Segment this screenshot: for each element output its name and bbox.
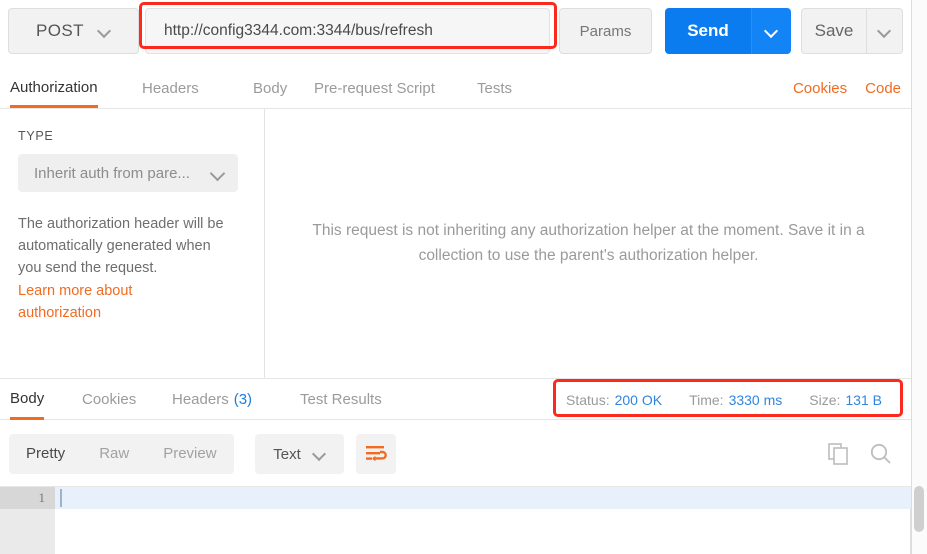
code-link[interactable]: Code [865,80,901,97]
size-value: 131 B [845,391,882,408]
auth-type-select[interactable]: Inherit auth from pare... [18,154,238,192]
request-links: Cookies Code [793,69,901,108]
response-tab-headers[interactable]: Headers (3) [172,379,252,420]
editor-content-area[interactable] [55,509,911,554]
auth-help-text: The authorization header will be automat… [18,216,224,276]
request-tab-bar: Authorization Headers Body Pre-request S… [0,69,911,109]
send-label: Send [687,21,729,40]
tab-label: Headers [142,80,199,97]
response-meta-strip: Status: 200 OK Time: 3330 ms Size: 131 B [566,379,882,420]
response-tab-cookies[interactable]: Cookies [82,379,136,420]
response-viewer-toolbar: Pretty Raw Preview Text [0,420,911,487]
headers-count-badge: (3) [233,391,253,408]
text-cursor [60,489,62,507]
line-number: 1 [38,490,46,505]
authorization-empty-state: This request is not inheriting any autho… [266,109,911,378]
tab-pre-request-script[interactable]: Pre-request Script [314,69,435,108]
tab-label: Tests [477,80,513,97]
send-button[interactable]: Send [665,8,751,54]
response-body-editor[interactable]: 1 [0,487,911,554]
cookies-link[interactable]: Cookies [793,80,847,97]
save-button-group: Save [801,8,903,54]
view-mode-raw[interactable]: Raw [82,434,146,474]
word-wrap-button[interactable] [356,434,396,474]
chevron-down-icon [313,448,326,461]
params-button[interactable]: Params [559,8,652,54]
viewer-tool-icons [828,434,893,474]
tab-label: Pre-request Script [314,80,435,97]
status-item: Status: 200 OK [566,392,662,408]
type-heading: TYPE [18,129,54,143]
view-mode-pretty[interactable]: Pretty [9,434,82,474]
size-item: Size: 131 B [809,392,882,408]
auth-learn-more-link[interactable]: Learn more about authorization [18,281,218,325]
chevron-down-icon [211,167,224,180]
time-value: 3330 ms [728,391,783,408]
tab-label: Test Results [300,391,382,408]
tab-body[interactable]: Body [253,69,287,108]
right-edge-strip [911,0,927,554]
response-tab-bar: Body Cookies Headers (3) Test Results St… [0,378,911,420]
response-format-value: Text [273,445,301,463]
save-label: Save [814,21,854,40]
time-label: Time: [689,391,724,408]
editor-gutter: 1 [0,487,55,554]
chevron-down-icon [765,25,778,38]
save-options-button[interactable] [866,9,902,53]
vertical-scrollbar-thumb[interactable] [914,486,924,532]
status-label: Status: [566,391,610,408]
tab-label: Body [253,80,288,97]
response-tab-test-results[interactable]: Test Results [300,379,382,420]
copy-icon[interactable] [828,443,849,465]
tab-label: Headers [172,391,229,408]
tab-label: Authorization [10,78,98,96]
view-mode-preview[interactable]: Preview [146,434,233,474]
authorization-panel: TYPE Inherit auth from pare... The autho… [0,109,911,378]
search-icon[interactable] [869,442,893,466]
request-url-bar: POST http://config3344.com:3344/bus/refr… [0,0,911,62]
http-method-label: POST [36,21,84,40]
postman-request-window: POST http://config3344.com:3344/bus/refr… [0,0,927,554]
tab-tests[interactable]: Tests [477,69,512,108]
auth-type-value: Inherit auth from pare... [34,164,190,182]
time-item: Time: 3330 ms [689,392,782,408]
send-button-group: Send [665,8,791,54]
chevron-down-icon [878,25,891,38]
tab-headers[interactable]: Headers [142,69,199,108]
tab-label: Cookies [82,391,137,408]
params-label: Params [579,22,632,40]
save-button[interactable]: Save [802,9,866,53]
response-format-select[interactable]: Text [255,434,344,474]
send-options-button[interactable] [751,8,791,54]
view-mode-group: Pretty Raw Preview [9,434,234,474]
tab-authorization[interactable]: Authorization [10,69,98,108]
tab-label: Body [10,389,45,407]
word-wrap-icon [366,446,387,462]
editor-active-line[interactable] [55,487,911,509]
url-input[interactable]: http://config3344.com:3344/bus/refresh [145,8,550,54]
authorization-type-panel: TYPE Inherit auth from pare... The autho… [0,109,265,378]
response-tab-body[interactable]: Body [10,379,45,420]
http-method-selector[interactable]: POST [8,8,139,54]
chevron-down-icon [98,25,111,38]
status-value: 200 OK [614,391,663,408]
size-label: Size: [809,391,841,408]
auth-empty-message: This request is not inheriting any autho… [312,222,865,264]
